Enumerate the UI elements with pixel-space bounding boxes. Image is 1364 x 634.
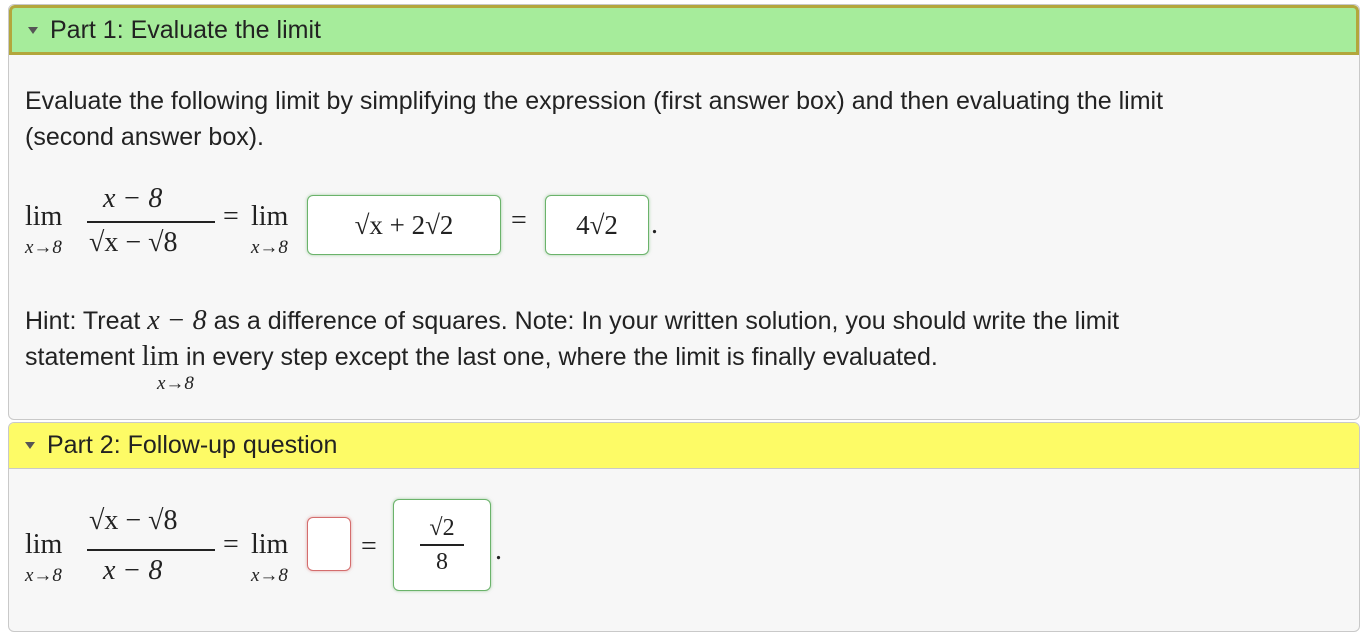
hint2-prefix: statement: [25, 343, 135, 371]
lim-subscript-p2: x→8: [25, 565, 62, 586]
hint-rest: as a difference of squares. Note: In you…: [213, 307, 1120, 335]
answer-box-2[interactable]: 4√2: [545, 195, 649, 255]
answer-box-p2-2-numerator: √2: [429, 515, 455, 542]
collapse-triangle-icon[interactable]: [28, 26, 38, 34]
part1-panel: Part 1: Evaluate the limit Evaluate the …: [8, 4, 1360, 420]
equals-sign-p2b: =: [361, 531, 377, 562]
fraction-denominator-p2: x − 8: [103, 555, 163, 586]
instructions-line1: Evaluate the following limit by simplify…: [25, 87, 1164, 115]
lim-word-2: lim: [251, 201, 289, 232]
fraction-bar-p2: [87, 549, 215, 551]
collapse-triangle-icon-2[interactable]: [25, 442, 35, 449]
answer-box-p2-2[interactable]: √2 8: [393, 499, 491, 591]
hint2-rest: in every step except the last one, where…: [186, 343, 938, 371]
fraction-bar: [87, 221, 215, 223]
answer-box-p2-1[interactable]: [307, 517, 351, 571]
fraction-numerator: x − 8: [103, 183, 163, 214]
part2-header[interactable]: Part 2: Follow-up question: [9, 423, 1359, 469]
part1-title: Part 1: Evaluate the limit: [50, 15, 321, 44]
lim-subscript-2: x→8: [251, 237, 288, 258]
answer-box-2-value: 4√2: [576, 209, 618, 240]
part1-header[interactable]: Part 1: Evaluate the limit: [9, 5, 1359, 55]
hint-math: x − 8: [147, 305, 207, 336]
answer-box-1-value: √x + 2√2: [354, 209, 454, 240]
fraction-numerator-p2: √x − √8: [89, 505, 178, 536]
hint-line1: Hint: Treat x − 8 as a difference of squ…: [25, 305, 1119, 337]
equals-sign-p2: =: [223, 529, 239, 560]
hint-prefix: Hint: Treat: [25, 307, 141, 335]
equals-sign-2: =: [511, 205, 527, 236]
instructions-line2: (second answer box).: [25, 123, 265, 151]
hint-lim-subscript: x→8: [157, 373, 194, 394]
lim-subscript-p2b: x→8: [251, 565, 288, 586]
answer-box-1[interactable]: √x + 2√2: [307, 195, 501, 255]
hint-lim-word: lim: [141, 341, 180, 372]
lim-subscript: x→8: [25, 237, 62, 258]
lim-word-p2: lim: [25, 529, 63, 560]
period: .: [651, 209, 658, 240]
answer-fraction-bar: [420, 544, 464, 546]
equals-sign: =: [223, 201, 239, 232]
lim-word: lim: [25, 201, 63, 232]
lim-word-p2b: lim: [251, 529, 289, 560]
period-p2: .: [495, 535, 502, 566]
fraction-denominator: √x − √8: [89, 227, 178, 258]
part2-panel: Part 2: Follow-up question lim x→8 √x − …: [8, 422, 1360, 632]
hint-line2: statement lim in every step except the l…: [25, 341, 938, 373]
part2-title: Part 2: Follow-up question: [47, 431, 338, 459]
answer-box-p2-2-denominator: 8: [436, 548, 448, 575]
